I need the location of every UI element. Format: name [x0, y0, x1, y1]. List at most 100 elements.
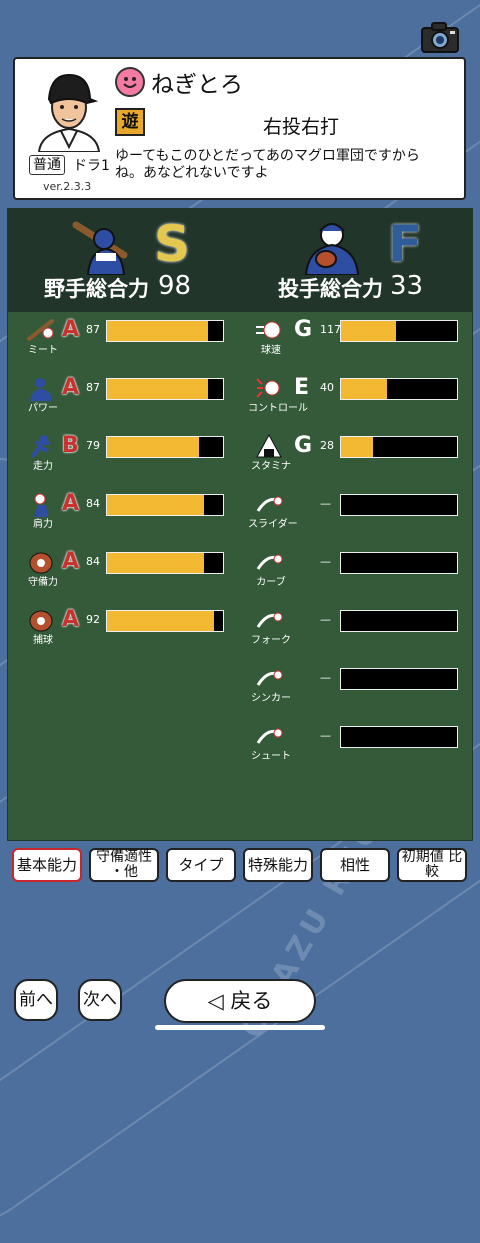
pitching-stat-row: スライダー —: [248, 491, 480, 530]
pitching-stat-grade: G: [294, 433, 313, 458]
batting-stat-label: 捕球: [33, 635, 53, 646]
batting-stat-label: 肩力: [33, 519, 53, 530]
pitching-total: 33: [390, 271, 424, 301]
slider-icon: [256, 496, 283, 512]
mood-face-icon: [115, 67, 145, 97]
pitching-stat-value: 117: [320, 323, 341, 336]
draft-text: ドラ1: [73, 158, 110, 174]
batting-stat-row: 守備力 A 84: [26, 549, 256, 588]
batting-stat-bar-fill: [107, 379, 208, 399]
tab-basic[interactable]: 基本能力: [12, 848, 82, 882]
batting-stat-row: 肩力 A 84: [26, 491, 256, 530]
player-card: ねぎとろ 遊 右投右打 普通 ドラ1 ゆーてもこのひとだってあのマグロ軍団ですか…: [13, 57, 466, 200]
batting-stat-bar-fill: [107, 437, 199, 457]
pitching-stat-label: フォーク: [251, 635, 291, 646]
batting-stat-label: パワー: [28, 403, 58, 414]
pitching-stat-row: 球速 G 117: [254, 317, 480, 356]
pitching-stat-bar: [340, 726, 458, 748]
batting-stat-grade: A: [62, 317, 80, 342]
tab-compat[interactable]: 相性: [320, 848, 390, 882]
pitching-stat-row: スタミナ G 28: [251, 433, 480, 472]
prev-button[interactable]: 前へ: [14, 979, 58, 1021]
curve-icon: [256, 554, 283, 570]
pitching-stat-label: 球速: [261, 345, 281, 356]
batting-stat-grade: A: [62, 491, 80, 516]
pitching-stat-value: —: [320, 729, 331, 742]
pitching-stat-grade: E: [294, 375, 310, 400]
version-text: ver.2.3.3: [43, 180, 92, 193]
tab-fielding[interactable]: 守備適性 ・他: [89, 848, 159, 882]
next-button[interactable]: 次へ: [78, 979, 122, 1021]
throw-bat-text: 右投右打: [263, 116, 340, 138]
pitching-stat-row: フォーク —: [251, 607, 480, 646]
batting-stat-value: 87: [86, 381, 100, 394]
pitching-stat-value: —: [320, 671, 331, 684]
pitching-stat-bar-fill: [341, 437, 374, 457]
pitching-stat-label: コントロール: [248, 403, 308, 414]
batting-stat-grade: A: [62, 607, 80, 632]
speed-ball-icon: [256, 321, 281, 339]
pitching-stat-bar: [340, 610, 458, 632]
pitching-stat-label: シンカー: [251, 693, 291, 704]
pitching-stat-label: スライダー: [248, 519, 298, 530]
pitching-stat-label: シュート: [251, 751, 291, 762]
pitching-stat-value: —: [320, 555, 331, 568]
position-badge: 遊: [115, 108, 145, 136]
pitching-stat-label: スタミナ: [251, 461, 291, 472]
fork-icon: [256, 612, 283, 628]
batting-total: 98: [158, 271, 192, 301]
camera-icon[interactable]: [420, 20, 460, 54]
pitching-stat-bar-fill: [341, 379, 388, 399]
onigiri-icon: [256, 433, 282, 458]
pitching-stat-value: 40: [320, 381, 334, 394]
pitching-stat-row: コントロール E 40: [248, 375, 480, 414]
player-comment: ゆーてもこのひとだってあのマグロ軍団ですからね。あなどれないですよ: [115, 148, 420, 181]
glove-icon: [29, 552, 53, 574]
batting-stat-bar: [106, 436, 224, 458]
shoot-icon: [256, 728, 283, 744]
batting-stat-row: 捕球 A 92: [26, 607, 256, 646]
tab-type[interactable]: タイプ: [166, 848, 236, 882]
batting-stat-bar-fill: [107, 611, 214, 631]
throw-icon: [34, 493, 48, 517]
batter-icon: [72, 221, 128, 275]
tab-special[interactable]: 特殊能力: [243, 848, 313, 882]
pitching-stat-value: 28: [320, 439, 334, 452]
tab-bar: 基本能力 守備適性 ・他 タイプ 特殊能力 相性 初期値 比較: [12, 848, 468, 884]
batting-rank: S: [154, 215, 191, 273]
batting-stat-grade: A: [62, 549, 80, 574]
batting-stat-grade: B: [62, 433, 79, 458]
batting-stat-value: 92: [86, 613, 100, 626]
batting-stat-bar-fill: [107, 321, 208, 341]
tab-initial-compare[interactable]: 初期値 比較: [397, 848, 467, 882]
pitcher-icon: [304, 223, 360, 275]
power-icon: [30, 378, 52, 401]
pitching-stat-row: カーブ —: [254, 549, 480, 588]
batting-stat-grade: A: [62, 375, 80, 400]
batting-stat-bar-fill: [107, 495, 205, 515]
pitching-stat-bar: [340, 378, 458, 400]
sinker-icon: [256, 670, 283, 686]
batting-stat-bar: [106, 378, 224, 400]
pitching-stat-bar: [340, 436, 458, 458]
batting-stat-bar: [106, 320, 224, 342]
player-name: ねぎとろ: [151, 72, 243, 98]
batting-stat-row: ミート A 87: [26, 317, 256, 356]
batting-stat-bar-fill: [107, 553, 205, 573]
ability-panel: S 野手総合力 98 F 投手総合力 33 ミート A 87 パワー A 87 走力 B 79 肩…: [7, 208, 473, 841]
grade-badge: 普通: [29, 155, 65, 175]
player-avatar: [37, 73, 101, 152]
pitching-stat-value: —: [320, 613, 331, 626]
pitching-stat-bar: [340, 494, 458, 516]
pitching-stat-bar: [340, 668, 458, 690]
batting-stat-label: 走力: [33, 461, 53, 472]
batting-stat-bar: [106, 552, 224, 574]
run-icon: [30, 435, 50, 459]
pitching-stat-row: シュート —: [251, 723, 480, 762]
pitching-stat-bar: [340, 320, 458, 342]
pitching-stat-value: —: [320, 497, 331, 510]
batting-stat-row: 走力 B 79: [26, 433, 256, 472]
bat-icon: [27, 319, 54, 341]
pitching-stat-bar: [340, 552, 458, 574]
back-button[interactable]: ◁ 戻る: [164, 979, 316, 1023]
